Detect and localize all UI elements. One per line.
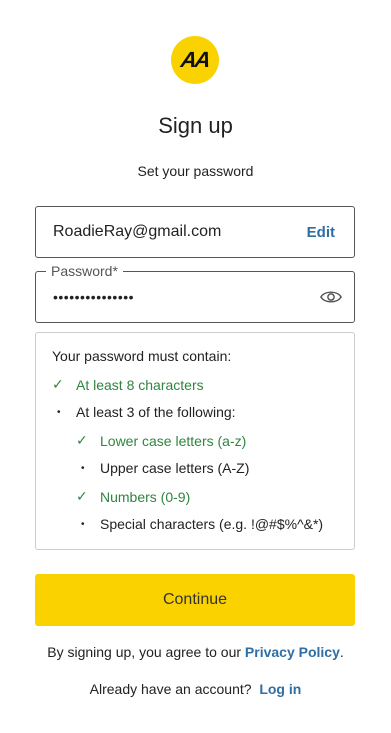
- rule-text: Upper case letters (A-Z): [100, 460, 250, 476]
- password-requirements: Your password must contain: ✓ At least 8…: [35, 332, 355, 550]
- rule-text: Special characters (e.g. !@#$%^&*): [100, 516, 324, 532]
- rule-item: • Upper case letters (A-Z): [76, 460, 249, 476]
- aa-logo: AA: [171, 36, 219, 84]
- check-icon: ✓: [52, 376, 64, 392]
- check-icon: ✓: [76, 488, 88, 504]
- check-icon: ✓: [76, 432, 88, 448]
- rule-text: Numbers (0-9): [100, 488, 191, 505]
- terms-suffix: .: [339, 644, 344, 660]
- bullet-icon: •: [81, 518, 85, 530]
- requirements-heading: Your password must contain:: [52, 348, 232, 364]
- eye-icon[interactable]: [320, 288, 342, 306]
- logo-text: AA: [179, 47, 211, 72]
- page-title: Sign up: [158, 113, 233, 138]
- password-field[interactable]: Password* •••••••••••••••: [35, 263, 355, 323]
- password-input[interactable]: •••••••••••••••: [53, 289, 134, 305]
- terms-text: By signing up, you agree to our Privacy …: [0, 644, 391, 660]
- rule-item: ✓ Lower case letters (a-z): [76, 432, 246, 449]
- privacy-policy-link[interactable]: Privacy Policy: [245, 644, 340, 660]
- bullet-icon: •: [81, 462, 85, 474]
- email-value: RoadieRay@gmail.com: [53, 223, 222, 240]
- rule-text: At least 3 of the following:: [76, 404, 236, 420]
- bullet-icon: •: [57, 406, 61, 418]
- rule-item: ✓ At least 8 characters: [52, 376, 204, 393]
- email-field: RoadieRay@gmail.com Edit: [35, 206, 355, 258]
- continue-button[interactable]: Continue: [35, 574, 355, 626]
- login-prefix: Already have an account?: [89, 681, 252, 697]
- rule-text: At least 8 characters: [76, 376, 204, 393]
- terms-prefix: By signing up, you agree to our: [47, 644, 242, 660]
- password-label: Password*: [46, 263, 123, 279]
- rule-item: • Special characters (e.g. !@#$%^&*): [76, 516, 323, 532]
- login-link[interactable]: Log in: [259, 681, 301, 697]
- rule-item: ✓ Numbers (0-9): [76, 488, 190, 505]
- rule-item: • At least 3 of the following:: [52, 404, 236, 420]
- page-subtitle: Set your password: [137, 163, 254, 179]
- rule-text: Lower case letters (a-z): [100, 432, 247, 449]
- edit-email-link[interactable]: Edit: [307, 224, 335, 241]
- login-prompt: Already have an account? Log in: [0, 681, 391, 697]
